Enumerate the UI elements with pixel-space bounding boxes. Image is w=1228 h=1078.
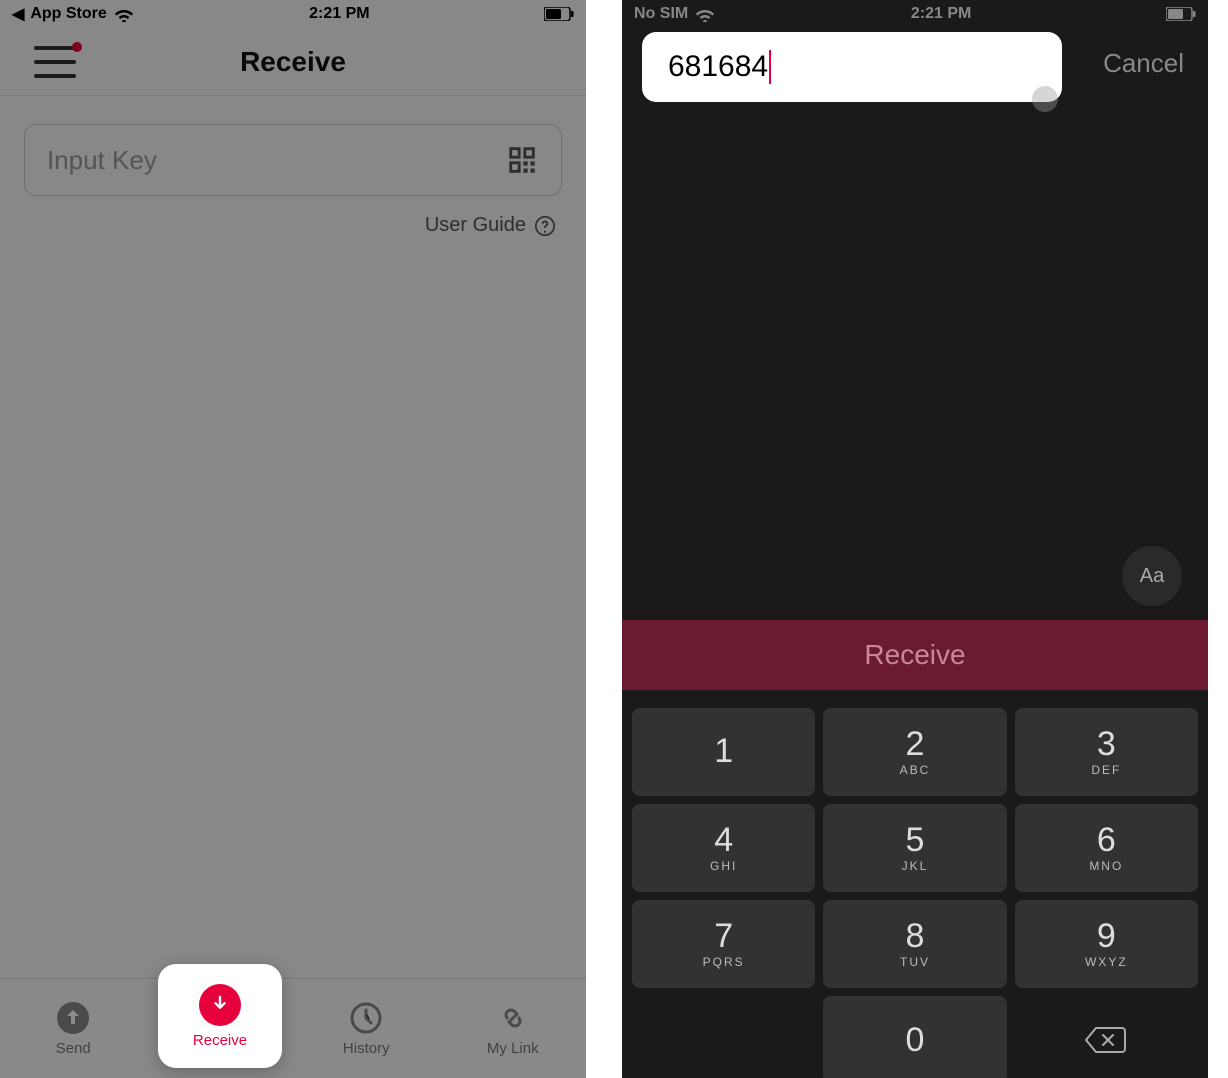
- header: Receive: [0, 28, 586, 96]
- key-0[interactable]: 0: [823, 996, 1006, 1078]
- tab-send[interactable]: Send: [0, 979, 147, 1078]
- input-key-field[interactable]: Input Key: [24, 124, 562, 196]
- key-3[interactable]: 3DEF: [1015, 708, 1198, 796]
- page-title: Receive: [240, 46, 346, 78]
- key-4[interactable]: 4GHI: [632, 804, 815, 892]
- send-icon: [55, 1000, 91, 1036]
- tab-mylink[interactable]: My Link: [440, 979, 587, 1078]
- receive-button[interactable]: Receive: [622, 620, 1208, 690]
- key-input-value: 681684: [668, 50, 768, 84]
- user-guide-link[interactable]: User Guide: [0, 214, 556, 237]
- qr-icon[interactable]: [505, 143, 539, 177]
- tab-history[interactable]: History: [293, 979, 440, 1078]
- help-icon: [534, 215, 556, 237]
- clear-input-icon[interactable]: [1032, 86, 1058, 112]
- key-delete[interactable]: [1015, 996, 1198, 1078]
- status-bar: No SIM 2:21 PM: [622, 0, 1208, 28]
- text-cursor: [769, 50, 771, 84]
- key-6[interactable]: 6MNO: [1015, 804, 1198, 892]
- tab-receive-active[interactable]: Receive: [158, 964, 282, 1068]
- history-icon: [348, 1000, 384, 1036]
- key-2[interactable]: 2ABC: [823, 708, 1006, 796]
- carrier-label: No SIM: [634, 5, 688, 23]
- input-placeholder: Input Key: [47, 145, 157, 176]
- receive-icon: [199, 984, 241, 1026]
- wifi-icon: [113, 6, 135, 22]
- numeric-keypad: 1 2ABC 3DEF 4GHI 5JKL 6MNO 7PQRS 8TUV 9W…: [628, 700, 1202, 1078]
- back-app-label[interactable]: App Store: [30, 5, 106, 23]
- battery-icon: [1166, 7, 1196, 21]
- wifi-icon: [694, 6, 716, 22]
- battery-icon: [544, 7, 574, 21]
- text-mode-button[interactable]: Aa: [1122, 546, 1182, 606]
- notification-dot-icon: [72, 42, 82, 52]
- key-9[interactable]: 9WXYZ: [1015, 900, 1198, 988]
- menu-button[interactable]: [34, 46, 76, 78]
- clock: 2:21 PM: [911, 5, 971, 23]
- clock: 2:21 PM: [309, 5, 369, 23]
- key-1[interactable]: 1: [632, 708, 815, 796]
- key-empty: [632, 996, 815, 1078]
- key-8[interactable]: 8TUV: [823, 900, 1006, 988]
- key-input[interactable]: 681684: [642, 32, 1062, 102]
- link-icon: [495, 1000, 531, 1036]
- backspace-icon: [1084, 1024, 1128, 1056]
- tab-bar: Send History My Link: [0, 978, 586, 1078]
- back-caret-icon: ◀: [12, 4, 24, 24]
- cancel-button[interactable]: Cancel: [1103, 48, 1184, 79]
- key-7[interactable]: 7PQRS: [632, 900, 815, 988]
- left-screenshot: ◀ App Store 2:21 PM Receive Input Key Us…: [0, 0, 586, 1078]
- right-screenshot: No SIM 2:21 PM 681684 Cancel Aa Receive …: [622, 0, 1208, 1078]
- status-bar: ◀ App Store 2:21 PM: [0, 0, 586, 28]
- key-5[interactable]: 5JKL: [823, 804, 1006, 892]
